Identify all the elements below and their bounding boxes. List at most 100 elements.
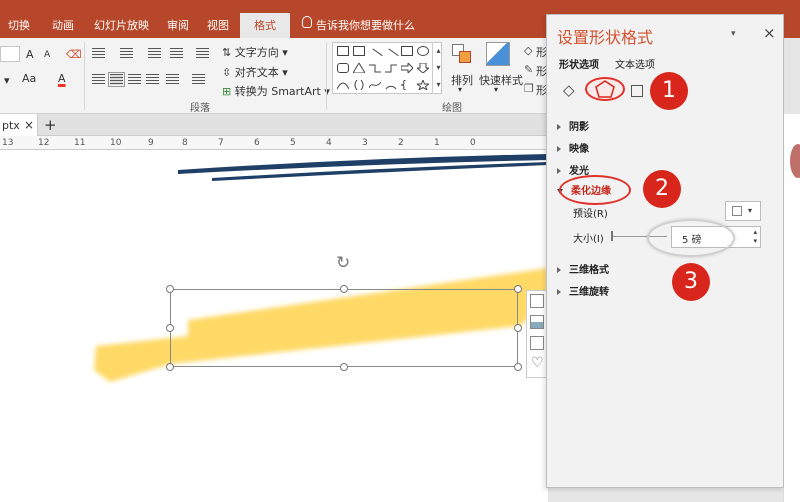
numbering-icon[interactable]: [120, 48, 133, 59]
resize-handle[interactable]: [514, 363, 522, 371]
align-right-icon[interactable]: [128, 74, 141, 85]
size-input-highlight: [647, 219, 735, 257]
bracket-shape-icon[interactable]: [353, 79, 365, 91]
slide-canvas[interactable]: ↻ ♡: [0, 150, 548, 502]
down-arrow-shape-icon[interactable]: [415, 62, 431, 74]
resize-handle[interactable]: [166, 363, 174, 371]
shape-selection-box[interactable]: [170, 289, 518, 367]
align-left-icon[interactable]: [92, 74, 105, 85]
picture-icon[interactable]: [530, 315, 544, 329]
arc-shape-icon[interactable]: [385, 80, 397, 90]
paragraph-group-label: 段落: [190, 103, 210, 114]
columns-icon[interactable]: [166, 74, 179, 85]
elbow-arrow-shape-icon[interactable]: [385, 63, 397, 73]
size-spinner[interactable]: ▴ ▾: [753, 228, 757, 246]
quick-styles-button[interactable]: 快速样式: [479, 72, 523, 88]
arrange-dropdown-icon[interactable]: ▾: [458, 85, 462, 94]
ruler-tick: 5: [290, 138, 296, 148]
close-icon[interactable]: ×: [763, 24, 776, 42]
tab-review[interactable]: 审阅: [167, 17, 189, 33]
resize-handle[interactable]: [166, 324, 174, 332]
brace-shape-icon[interactable]: [400, 79, 413, 91]
size-slider-thumb[interactable]: [611, 231, 613, 241]
layout-options-icon[interactable]: [530, 294, 544, 308]
ruler-tick: 7: [218, 138, 224, 148]
resize-handle[interactable]: [514, 324, 522, 332]
oval-shape-icon[interactable]: [417, 46, 429, 56]
align-center-icon[interactable]: [108, 72, 125, 87]
resize-handle[interactable]: [340, 285, 348, 293]
shrink-font-button[interactable]: A: [44, 50, 50, 60]
arrow-line-shape-icon[interactable]: [383, 48, 399, 64]
line-spacing-icon[interactable]: [196, 48, 209, 59]
pane-title: 设置形状格式: [557, 28, 654, 47]
resize-handle[interactable]: [166, 285, 174, 293]
rectangle-shape-icon[interactable]: [401, 46, 413, 56]
section-reflection[interactable]: 映像: [557, 140, 589, 155]
gallery-scroll[interactable]: ▴ ▾ ▾: [432, 42, 444, 94]
font-color-button[interactable]: A: [58, 72, 66, 85]
size-properties-icon[interactable]: [631, 85, 643, 97]
section-shadow[interactable]: 阴影: [557, 118, 589, 133]
tab-view[interactable]: 视图: [207, 17, 229, 33]
rotate-handle-icon[interactable]: ↻: [336, 253, 350, 273]
new-tab-icon[interactable]: +: [44, 116, 57, 134]
increase-indent-icon[interactable]: [170, 48, 183, 59]
preset-dropdown[interactable]: ▾: [725, 201, 761, 221]
section-3d-format[interactable]: 三维格式: [557, 261, 609, 276]
change-case-button[interactable]: Aa: [22, 72, 36, 85]
justify-icon[interactable]: [146, 74, 159, 85]
tab-transitions[interactable]: 切换: [8, 17, 30, 33]
decrease-indent-icon[interactable]: [148, 48, 161, 59]
drawing-group-label: 绘图: [442, 103, 462, 114]
resize-handle[interactable]: [340, 363, 348, 371]
tab-text-options[interactable]: 文本选项: [615, 56, 655, 71]
convert-smartart-button[interactable]: ⊞ 转换为 SmartArt ▾: [222, 83, 330, 99]
font-size-box[interactable]: [0, 46, 20, 62]
marker-3: 3: [672, 263, 710, 301]
quick-styles-dropdown-icon[interactable]: ▾: [494, 85, 498, 94]
resize-handle[interactable]: [514, 285, 522, 293]
distribute-icon[interactable]: [192, 74, 205, 85]
pane-menu-chevron-icon[interactable]: ▾: [731, 29, 736, 39]
shape-outline-icon[interactable]: ✎: [524, 63, 533, 76]
star-shape-icon[interactable]: [415, 78, 431, 92]
shadow-dropdown-icon[interactable]: ▾: [4, 74, 10, 87]
effects-tab-highlight[interactable]: [585, 77, 625, 101]
close-tab-icon[interactable]: ×: [24, 118, 34, 132]
textbox-shape-icon[interactable]: [337, 46, 349, 56]
freeform-shape-icon[interactable]: [368, 80, 382, 90]
tab-shape-options[interactable]: 形状选项: [559, 56, 599, 71]
elbow-connector-shape-icon[interactable]: [369, 63, 381, 73]
text-direction-button[interactable]: ⇅ 文字方向 ▾: [222, 44, 288, 60]
tab-slideshow[interactable]: 幻灯片放映: [94, 17, 149, 33]
line-shape-icon[interactable]: [367, 48, 383, 64]
shape-fill-icon[interactable]: ◇: [524, 44, 532, 57]
curve-shape-icon[interactable]: [336, 80, 350, 90]
tell-me-box[interactable]: 告诉我你想要做什么: [316, 17, 415, 33]
clear-format-icon[interactable]: ⌫: [66, 48, 82, 61]
size-label: 大小(I): [573, 234, 604, 245]
document-tab-label: ptx: [2, 119, 20, 132]
triangle-shape-icon[interactable]: [352, 62, 366, 74]
heart-icon[interactable]: ♡: [531, 355, 544, 371]
ruler-tick: 4: [326, 138, 332, 148]
shape-effects-icon[interactable]: ❐: [524, 82, 534, 95]
section-3d-rotation[interactable]: 三维旋转: [557, 283, 609, 298]
fill-line-icon[interactable]: ◇: [563, 81, 575, 99]
tab-animations[interactable]: 动画: [52, 17, 74, 33]
quick-actions-toolbar: ♡: [526, 290, 548, 378]
document-tab[interactable]: ptx ×: [0, 114, 38, 136]
grow-font-button[interactable]: A: [26, 48, 34, 61]
arrange-icon[interactable]: [452, 44, 472, 66]
right-arrow-shape-icon[interactable]: [400, 61, 414, 75]
rounded-rect-shape-icon[interactable]: [337, 63, 349, 73]
shapes-gallery[interactable]: [332, 42, 442, 94]
resize-icon[interactable]: [530, 336, 544, 350]
vertical-textbox-shape-icon[interactable]: [353, 46, 365, 56]
bullets-icon[interactable]: [92, 48, 105, 59]
quick-styles-icon[interactable]: [486, 42, 510, 66]
tab-format[interactable]: 格式: [240, 13, 290, 38]
blue-brush-stroke-thin: [212, 162, 548, 181]
align-text-button[interactable]: ⇳ 对齐文本 ▾: [222, 64, 288, 80]
